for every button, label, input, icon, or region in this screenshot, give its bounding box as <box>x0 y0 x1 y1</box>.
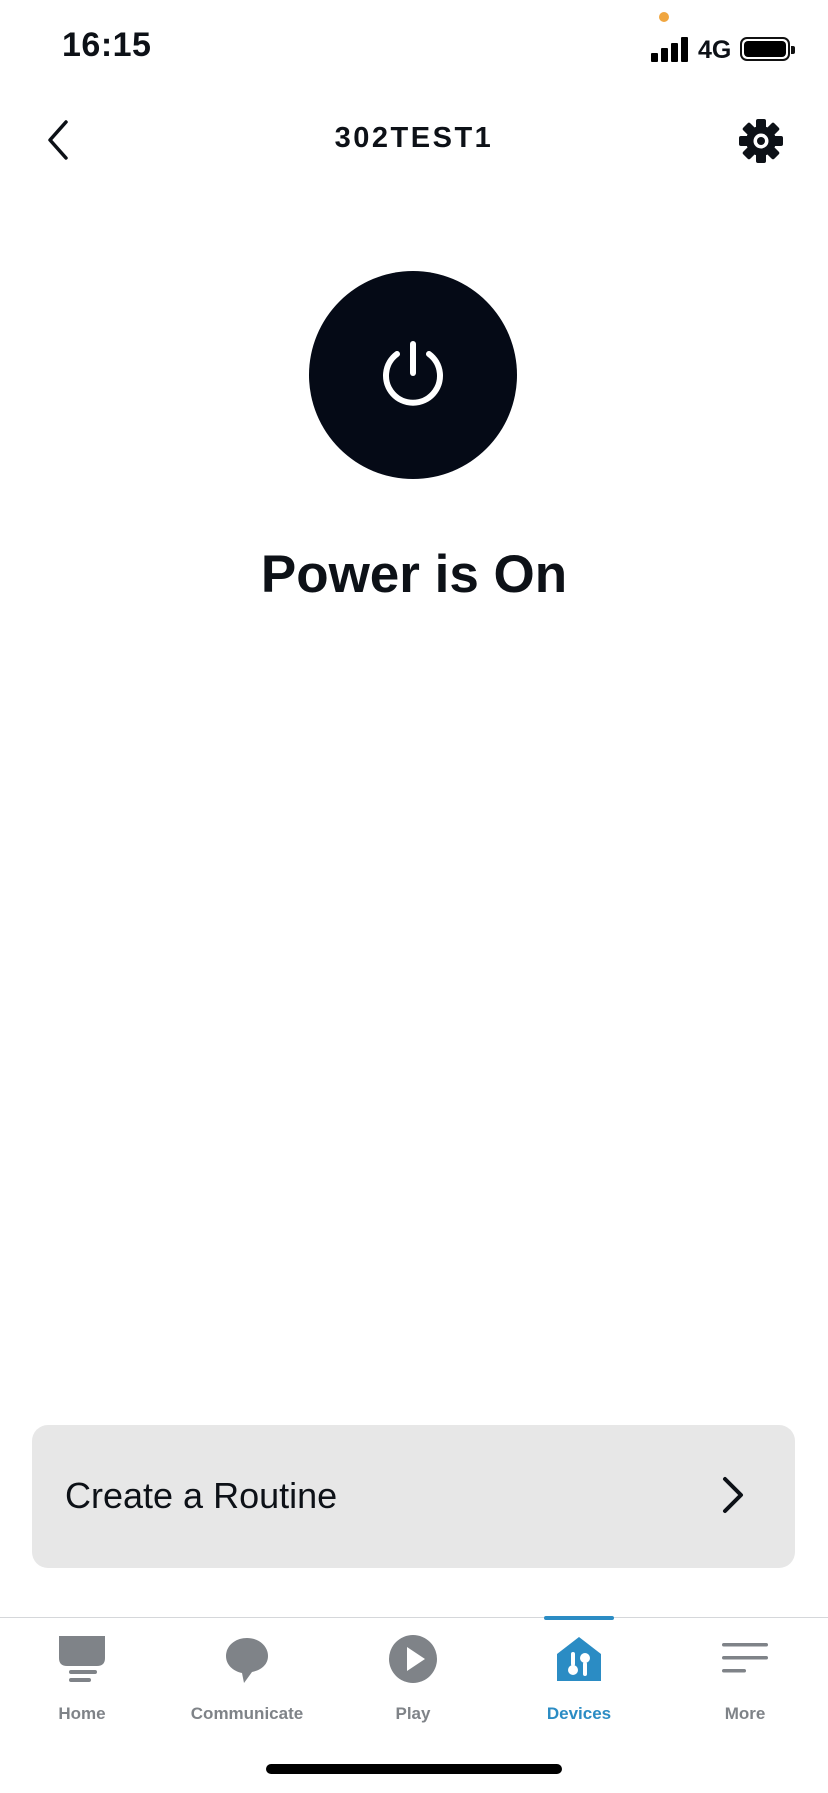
tab-home-label: Home <box>58 1704 106 1723</box>
network-type: 4G <box>698 36 732 64</box>
tab-more[interactable]: More <box>670 1628 820 1738</box>
create-routine-label: Create a Routine <box>65 1475 338 1516</box>
home-icon <box>59 1636 105 1682</box>
tab-devices-label: Devices <box>546 1704 612 1723</box>
tab-communicate[interactable]: Communicate <box>172 1628 322 1738</box>
chevron-right-icon <box>723 1477 743 1513</box>
status-time: 16:15 <box>62 26 152 64</box>
menu-icon <box>722 1643 768 1673</box>
tab-play-label: Play <box>395 1704 431 1723</box>
status-bar: 16:15 4G <box>0 0 828 100</box>
page-title: 302TEST1 <box>334 122 494 154</box>
signal-icon <box>651 36 691 62</box>
battery-icon <box>740 37 795 61</box>
gear-icon <box>739 119 783 163</box>
privacy-indicator-dot <box>659 12 669 22</box>
home-indicator[interactable] <box>266 1764 562 1774</box>
chat-bubble-icon <box>226 1638 268 1683</box>
tab-play[interactable]: Play <box>338 1628 488 1738</box>
power-toggle-button[interactable] <box>309 271 517 479</box>
devices-icon <box>557 1637 601 1681</box>
power-icon <box>383 341 443 406</box>
active-tab-indicator <box>544 1616 614 1620</box>
tab-home[interactable]: Home <box>7 1628 157 1738</box>
settings-button[interactable] <box>736 116 786 166</box>
tab-more-label: More <box>724 1704 766 1723</box>
top-navigation: 302TEST1 <box>0 100 828 180</box>
power-state-label: Power is On <box>260 545 568 604</box>
tab-devices[interactable]: Devices <box>504 1628 654 1738</box>
play-icon <box>389 1635 437 1683</box>
tab-communicate-label: Communicate <box>190 1704 304 1723</box>
create-routine-button[interactable]: Create a Routine <box>32 1425 795 1568</box>
